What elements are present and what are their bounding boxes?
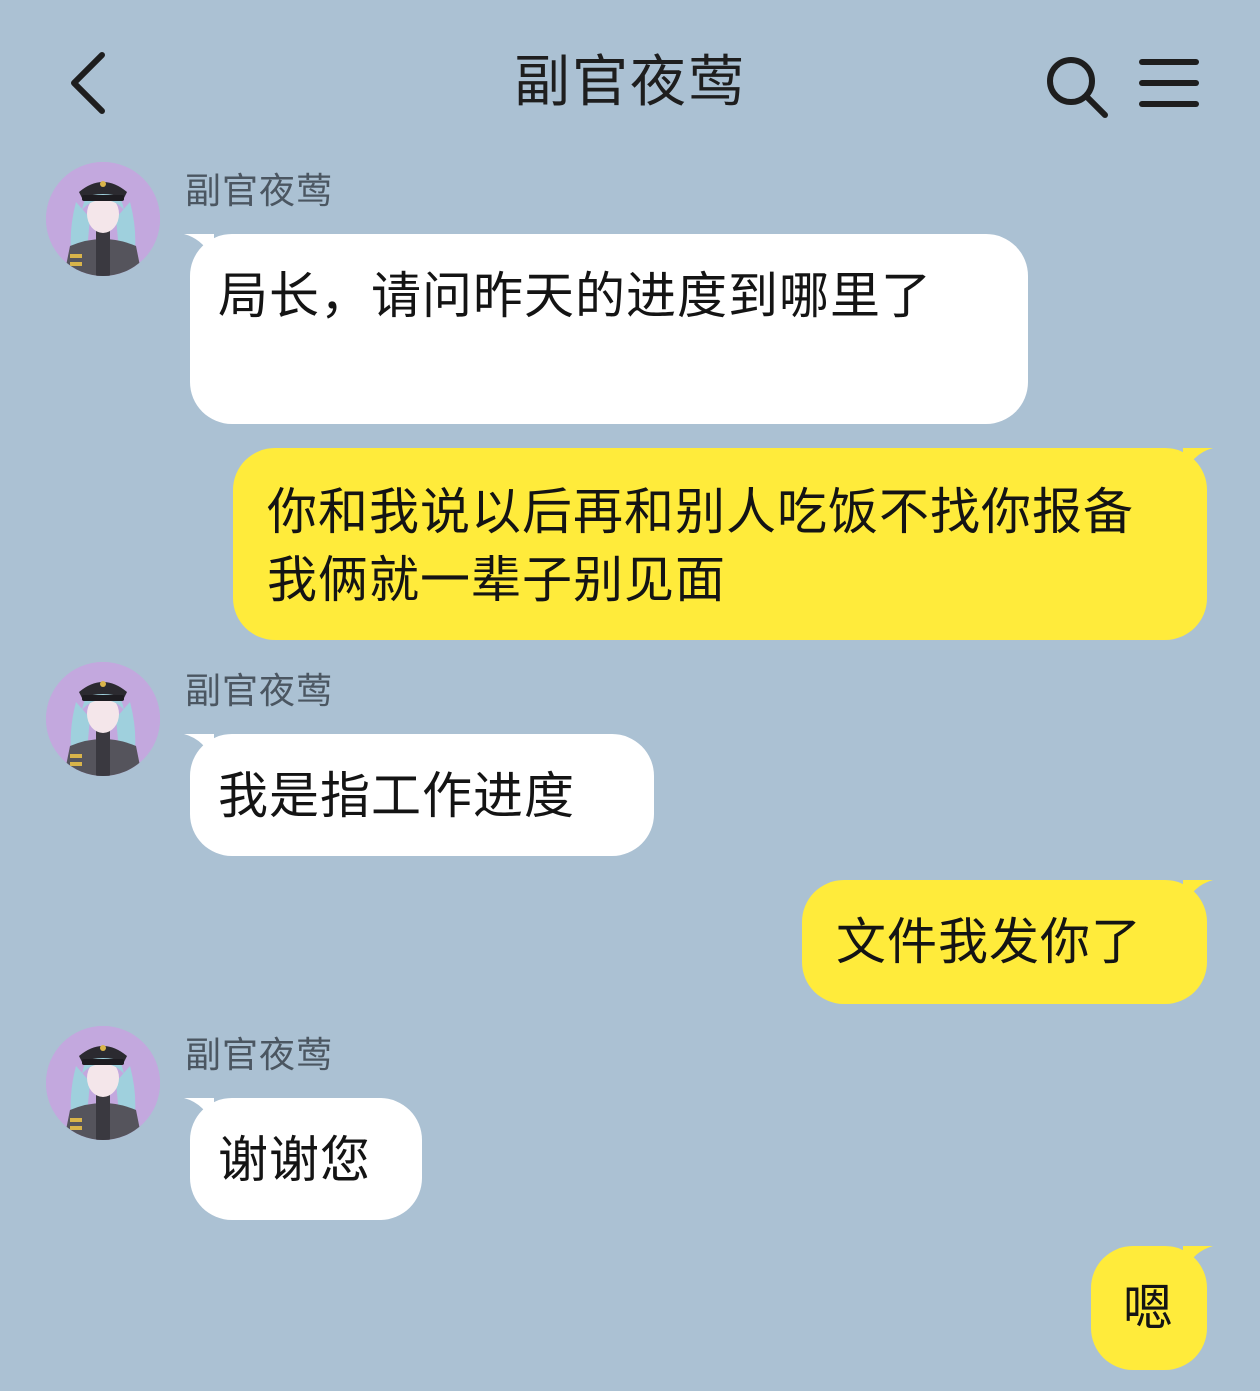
menu-button[interactable] xyxy=(1134,48,1204,118)
search-icon xyxy=(1047,57,1108,118)
sender-name: 副官夜莺 xyxy=(185,1035,334,1076)
contact-avatar[interactable] xyxy=(46,662,160,776)
message-bubble-outgoing[interactable]: 嗯 xyxy=(1091,1246,1213,1370)
sender-name: 副官夜莺 xyxy=(185,671,334,712)
contact-avatar[interactable] xyxy=(46,1026,160,1140)
message-bubble-outgoing[interactable]: 文件我发你了 xyxy=(802,880,1213,1004)
search-button[interactable] xyxy=(1038,48,1114,124)
bubble-tail xyxy=(1183,1246,1213,1276)
menu-icon xyxy=(1139,59,1199,107)
sender-name: 副官夜莺 xyxy=(185,171,334,212)
chat-header: 副官夜莺 xyxy=(0,0,1260,160)
message-text: 局长，请问昨天的进度到哪里了 xyxy=(218,267,932,325)
message-text: 嗯 xyxy=(1123,1279,1174,1337)
message-text: 你和我说以后再和别人吃饭不找你报备我俩就一辈子别见面 xyxy=(267,483,1134,609)
officer-avatar-icon xyxy=(46,1026,160,1140)
bubble-tail xyxy=(184,234,214,264)
bubble-tail xyxy=(184,1098,214,1128)
contact-avatar[interactable] xyxy=(46,162,160,276)
bubble-tail xyxy=(1183,880,1213,910)
officer-avatar-icon xyxy=(46,662,160,776)
officer-avatar-icon xyxy=(46,162,160,276)
message-bubble-incoming[interactable]: 我是指工作进度 xyxy=(184,734,654,856)
bubble-tail xyxy=(184,734,214,764)
message-text: 我是指工作进度 xyxy=(218,767,575,825)
bubble-tail xyxy=(1183,448,1213,478)
message-text: 谢谢您 xyxy=(218,1131,371,1189)
message-bubble-outgoing[interactable]: 你和我说以后再和别人吃饭不找你报备我俩就一辈子别见面 xyxy=(233,448,1213,640)
message-bubble-incoming[interactable]: 局长，请问昨天的进度到哪里了 xyxy=(184,234,1028,424)
message-bubble-incoming[interactable]: 谢谢您 xyxy=(184,1098,422,1220)
message-text: 文件我发你了 xyxy=(836,913,1142,971)
